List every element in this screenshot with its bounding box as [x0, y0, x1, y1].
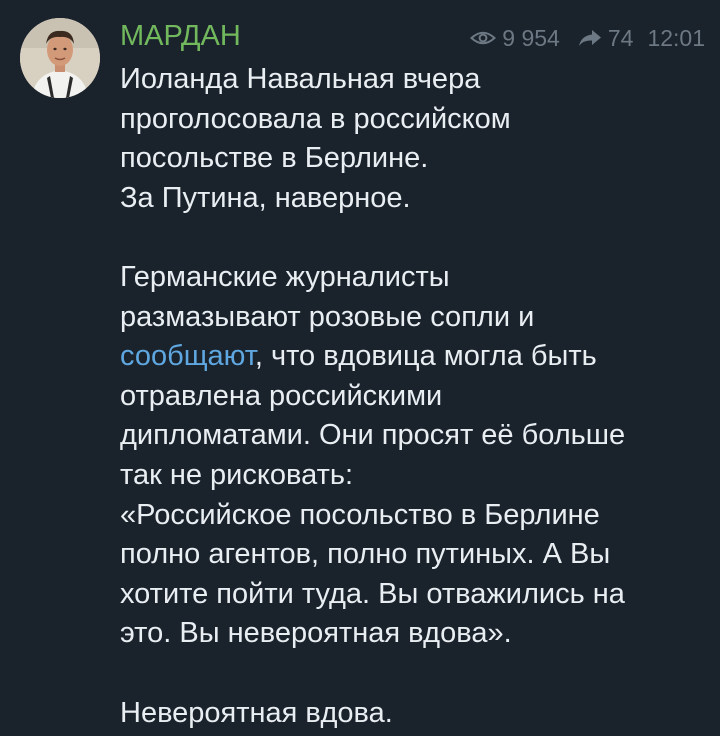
sources-link[interactable]: сообщают	[120, 340, 255, 372]
message-line: Невероятная вдова.	[120, 696, 393, 729]
message-line: хотите пойти туда. Вы отважились на	[120, 577, 625, 610]
message-line: посольстве в Берлине.	[120, 142, 429, 175]
message-line: это. Вы невероятная вдова».	[120, 617, 512, 650]
message-line: дипломатами. Они просят её больше	[120, 419, 626, 452]
message-line-rest: , что вдовица могла быть	[254, 340, 597, 373]
message-line: Германские журналисты	[120, 260, 450, 293]
forwards-count: 74	[607, 25, 634, 51]
channel-name[interactable]: МАРДАН	[120, 16, 241, 56]
message-line: «Российское посольство в Берлине	[120, 498, 600, 531]
message-line: проголосовала в российском	[120, 102, 511, 135]
message-line: сообщают, что вдовица могла быть	[120, 337, 705, 377]
post-header: МАРДАН 9 954 74 12:01	[120, 14, 705, 58]
avatar-photo	[20, 18, 100, 98]
post-time: 12:01	[647, 25, 705, 51]
channel-post: МАРДАН 9 954 74 12:01 Иоланда Навальная …	[0, 0, 720, 736]
message-line: отравлена российскими	[120, 379, 443, 412]
message-line: Иоланда Навальная вчера	[120, 63, 481, 95]
eye-icon	[470, 29, 497, 47]
views-count: 9 954	[502, 25, 560, 51]
post-meta: 9 954 74 12:01	[470, 22, 705, 54]
message-line: полно агентов, полно путиных. А Вы	[120, 538, 611, 571]
share-arrow-icon	[578, 29, 602, 47]
avatar[interactable]	[20, 18, 100, 98]
message-line: размазывают розовые сопли и	[120, 300, 535, 333]
message-text: Иоланда Навальная вчера проголосовала в …	[120, 60, 705, 733]
post-content: МАРДАН 9 954 74 12:01 Иоланда Навальная …	[120, 14, 705, 733]
message-line: За Путина, наверное.	[120, 181, 411, 214]
message-line: так не рисковать:	[120, 458, 354, 491]
